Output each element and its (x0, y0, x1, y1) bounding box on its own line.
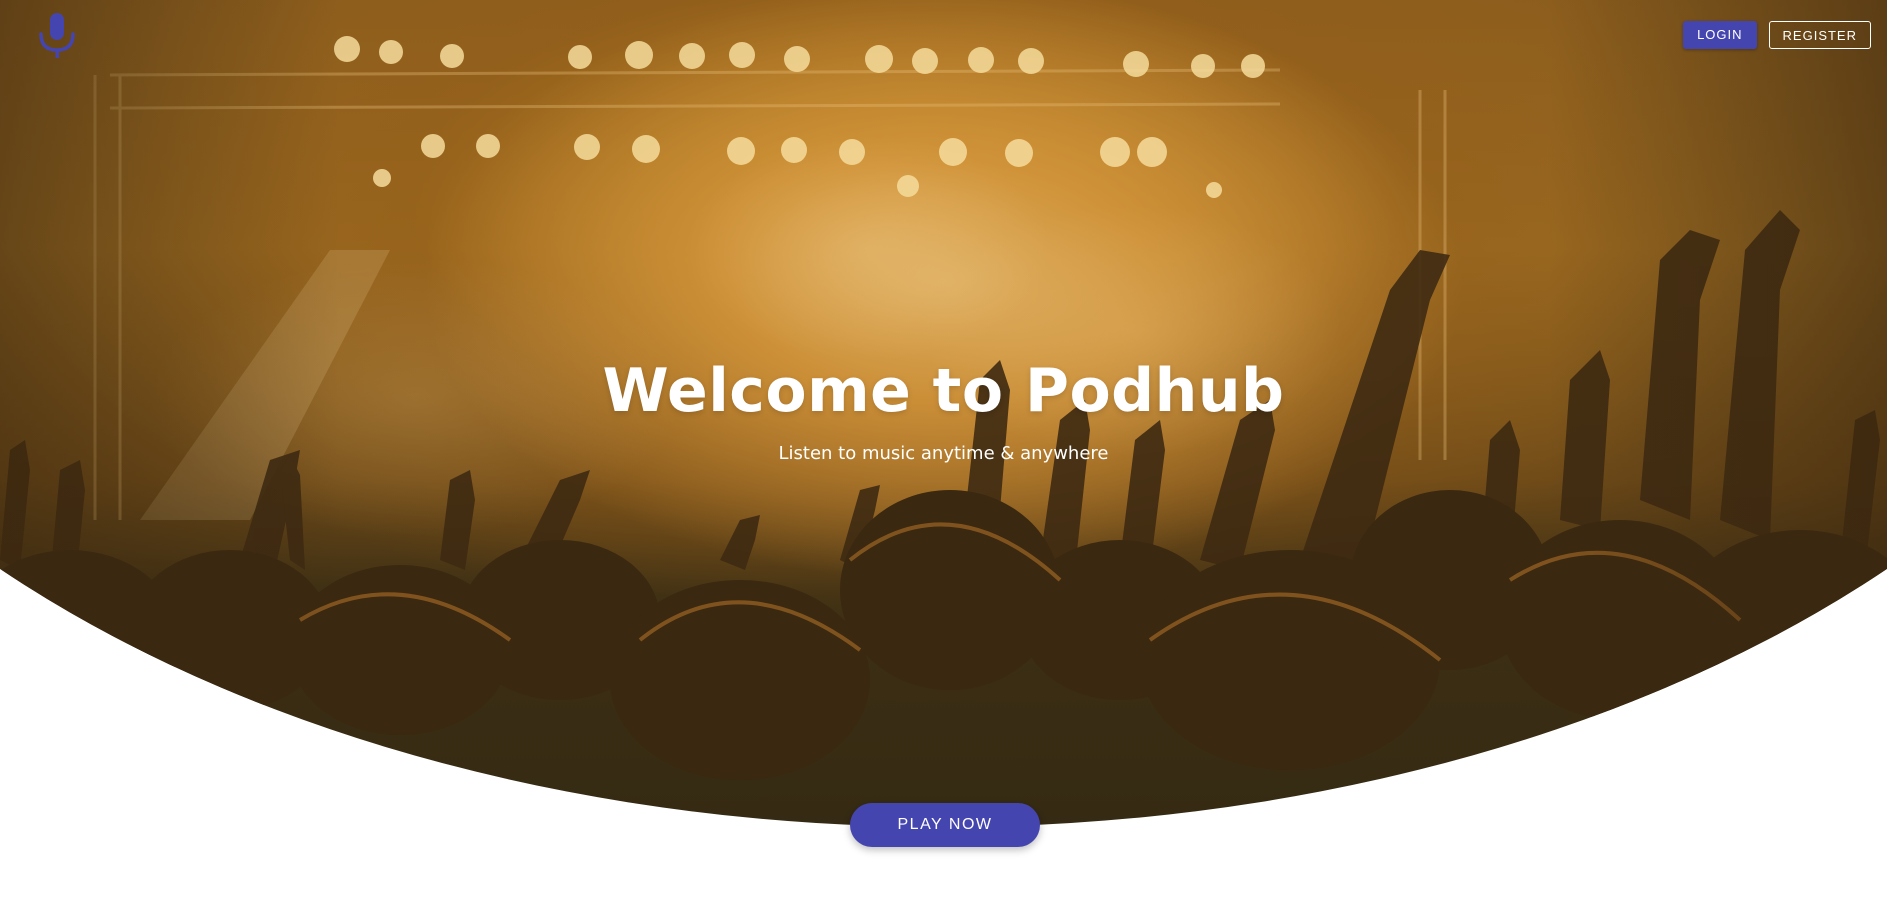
landing-page: LOGIN REGISTER Welcome to Podhub Listen … (0, 0, 1887, 910)
hero-subtitle: Listen to music anytime & anywhere (778, 443, 1109, 464)
microphone-icon[interactable] (36, 12, 80, 60)
register-button[interactable]: REGISTER (1768, 21, 1871, 49)
login-button[interactable]: LOGIN (1683, 21, 1757, 49)
play-now-button[interactable]: PLAY NOW (850, 803, 1040, 847)
auth-buttons: LOGIN REGISTER (1683, 21, 1871, 49)
hero-title: Welcome to Podhub (602, 356, 1285, 426)
